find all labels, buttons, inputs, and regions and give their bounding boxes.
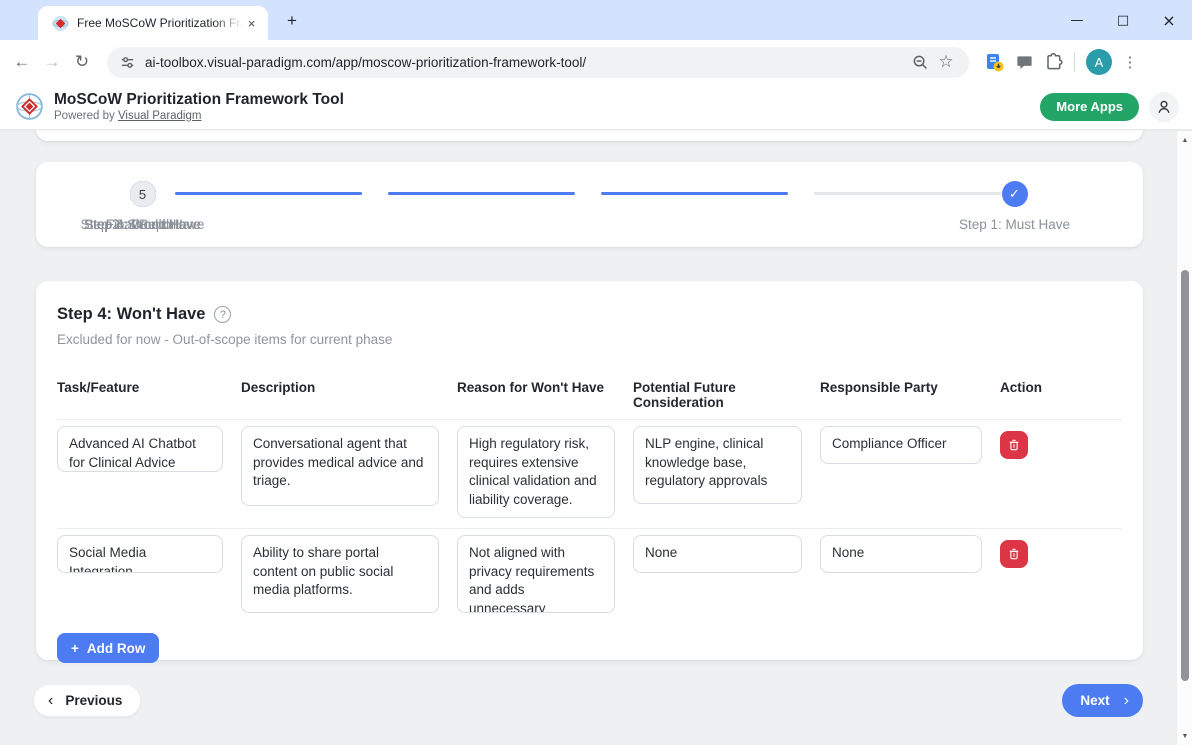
description-field[interactable]: Conversational agent that provides medic… [241, 426, 439, 506]
table-row: Social Media Integration Ability to shar… [57, 529, 1121, 625]
previous-label: Previous [65, 693, 122, 708]
visual-paradigm-link[interactable]: Visual Paradigm [118, 110, 202, 122]
minimize-button[interactable]: — [1054, 0, 1100, 40]
browser-titlebar: Free MoSCoW Prioritization Fra × + — □ × [0, 0, 1192, 40]
powered-by: Powered by Visual Paradigm [54, 110, 344, 122]
column-header-future: Potential Future Consideration [633, 380, 820, 410]
trash-icon [1007, 438, 1021, 452]
stepper-card: ✓ Step 1: Must Have ✓ Step 2: Should Hav… [36, 162, 1143, 247]
powered-by-prefix: Powered by [54, 110, 115, 122]
reason-field[interactable]: Not aligned with privacy requirements an… [457, 535, 615, 613]
table-row: Advanced AI Chatbot for Clinical Advice … [57, 420, 1121, 529]
task-field[interactable]: Advanced AI Chatbot for Clinical Advice [57, 426, 223, 472]
visual-paradigm-logo [13, 90, 46, 123]
close-window-button[interactable]: × [1146, 0, 1192, 40]
trash-icon [1007, 547, 1021, 561]
person-icon [1155, 98, 1173, 116]
task-field[interactable]: Social Media Integration [57, 535, 223, 573]
column-header-reason: Reason for Won't Have [457, 380, 633, 410]
tab-title: Free MoSCoW Prioritization Fra [77, 16, 243, 30]
table-header-row: Task/Feature Description Reason for Won'… [57, 380, 1121, 420]
next-label: Next [1080, 693, 1109, 708]
description-field[interactable]: Ability to share portal content on publi… [241, 535, 439, 613]
site-settings-icon[interactable] [119, 54, 136, 71]
toolbar-extensions: A ⋮ [979, 47, 1142, 77]
reason-field[interactable]: High regulatory risk, requires extensive… [457, 426, 615, 518]
stepper-connector [388, 192, 575, 195]
responsible-party-field[interactable]: Compliance Officer [820, 426, 982, 464]
forward-button[interactable]: → [37, 47, 67, 77]
stepper-step-5[interactable]: 5 Final Report [36, 181, 249, 232]
column-header-description: Description [241, 380, 457, 410]
comment-icon[interactable] [1009, 47, 1039, 77]
add-row-button[interactable]: + Add Row [57, 633, 159, 663]
address-bar[interactable]: ai-toolbox.visual-paradigm.com/app/mosco… [107, 47, 969, 78]
panel-subtitle: Excluded for now - Out-of-scope items fo… [57, 332, 1121, 347]
browser-toolbar: ← → ↻ ai-toolbox.visual-paradigm.com/app… [0, 40, 1192, 84]
previous-button[interactable]: ‹ Previous [33, 684, 141, 717]
delete-row-button[interactable] [1000, 431, 1028, 459]
page-title: MoSCoW Prioritization Framework Tool [54, 91, 344, 109]
responsible-party-field[interactable]: None [820, 535, 982, 573]
column-header-task: Task/Feature [57, 380, 241, 410]
app-header: MoSCoW Prioritization Framework Tool Pow… [0, 84, 1192, 130]
future-consideration-field[interactable]: NLP engine, clinical knowledge base, reg… [633, 426, 802, 504]
page-scrollbar[interactable]: ▲ ▼ [1176, 131, 1192, 745]
chevron-right-icon: › [1124, 693, 1129, 709]
future-consideration-field[interactable]: None [633, 535, 802, 573]
stepper-connector [814, 192, 1001, 195]
step-1-label: Step 1: Must Have [908, 217, 1121, 232]
window-controls: — □ × [1054, 0, 1192, 40]
reload-button[interactable]: ↻ [67, 47, 97, 77]
stepper-connector [175, 192, 362, 195]
chevron-left-icon: ‹ [48, 693, 53, 709]
browser-menu-icon[interactable]: ⋮ [1118, 53, 1142, 71]
page-content: ✓ Step 1: Must Have ✓ Step 2: Should Hav… [0, 130, 1192, 745]
step-5-label: Final Report [36, 217, 249, 232]
maximize-button[interactable]: □ [1100, 0, 1146, 40]
url-text: ai-toolbox.visual-paradigm.com/app/mosco… [145, 55, 907, 70]
more-apps-button[interactable]: More Apps [1040, 93, 1139, 121]
stepper-step-1[interactable]: ✓ Step 1: Must Have [908, 181, 1121, 232]
back-button[interactable]: ← [7, 47, 37, 77]
panel-title: Step 4: Won't Have [57, 305, 205, 324]
zoom-out-icon[interactable] [907, 49, 933, 75]
scrollbar-thumb[interactable] [1181, 270, 1189, 681]
profile-avatar[interactable]: A [1086, 49, 1112, 75]
browser-tab[interactable]: Free MoSCoW Prioritization Fra × [38, 6, 268, 40]
plus-icon: + [71, 641, 79, 656]
extensions-puzzle-icon[interactable] [1039, 47, 1069, 77]
step4-panel: Step 4: Won't Have ? Excluded for now - … [36, 281, 1143, 660]
next-button[interactable]: Next › [1062, 684, 1143, 717]
help-icon[interactable]: ? [214, 306, 231, 323]
new-tab-button[interactable]: + [280, 9, 304, 33]
add-row-label: Add Row [87, 641, 146, 656]
reading-list-icon[interactable] [979, 47, 1009, 77]
scroll-up-arrow-icon[interactable]: ▲ [1177, 133, 1192, 147]
column-header-party: Responsible Party [820, 380, 1000, 410]
stepper-connector [601, 192, 788, 195]
step-1-check-icon[interactable]: ✓ [1002, 181, 1028, 207]
bookmark-star-icon[interactable]: ☆ [933, 49, 959, 75]
step-5-number[interactable]: 5 [130, 181, 156, 207]
tab-close-icon[interactable]: × [243, 15, 260, 32]
column-header-action: Action [1000, 380, 1121, 410]
site-favicon [52, 15, 69, 32]
user-account-button[interactable] [1149, 92, 1179, 122]
scroll-down-arrow-icon[interactable]: ▼ [1177, 729, 1192, 743]
delete-row-button[interactable] [1000, 540, 1028, 568]
toolbar-divider [1074, 52, 1075, 72]
